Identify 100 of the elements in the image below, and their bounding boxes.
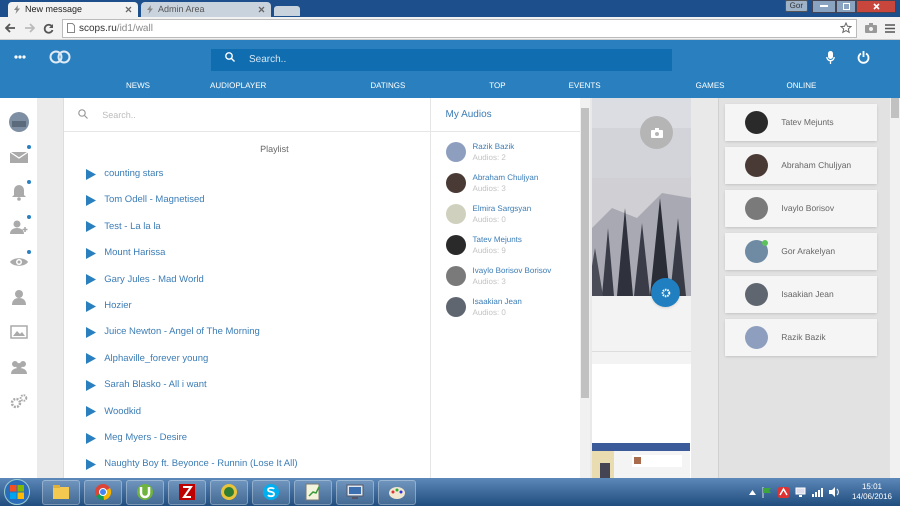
user-name[interactable]: Tatev Mejunts — [472, 234, 522, 245]
taskbar-button[interactable] — [294, 480, 332, 504]
settings-button[interactable] — [651, 278, 680, 307]
track-title[interactable]: Woodkid — [104, 404, 142, 419]
play-icon[interactable] — [86, 248, 96, 259]
close-icon — [872, 3, 880, 10]
play-icon[interactable] — [86, 380, 96, 391]
close-icon[interactable] — [125, 6, 132, 13]
track-title[interactable]: Gary Jules - Mad World — [104, 272, 204, 287]
close-button[interactable] — [856, 0, 896, 13]
taskbar-button[interactable] — [210, 480, 248, 504]
track-title[interactable]: counting stars — [104, 167, 164, 182]
track-title[interactable]: Juice Newton - Angel of The Morning — [104, 325, 260, 340]
search-field[interactable]: Search.. — [211, 48, 672, 70]
track-title[interactable]: Sarah Blasko - All i want — [104, 378, 207, 392]
power-icon[interactable] — [857, 50, 870, 64]
nav-link[interactable]: DATINGS — [370, 80, 406, 92]
audio-count: Audios: 0 — [472, 214, 507, 225]
maximize-button[interactable] — [836, 0, 856, 13]
play-icon[interactable] — [86, 353, 96, 364]
user-name[interactable]: Elmira Sargsyan — [472, 203, 532, 214]
friend-name: Gor Arakelyan — [781, 245, 836, 258]
logo-icon[interactable] — [49, 49, 71, 65]
play-icon[interactable] — [86, 221, 96, 232]
browser-tab[interactable]: Admin Area — [141, 2, 271, 17]
menu-icon[interactable] — [885, 24, 895, 32]
track-title[interactable]: Meg Myers - Desire — [104, 430, 188, 446]
back-icon[interactable] — [5, 23, 16, 33]
windows-logo-icon — [10, 485, 24, 499]
star-icon[interactable] — [840, 22, 852, 34]
friend-card[interactable]: Isaakian Jean — [725, 276, 878, 313]
track-title[interactable]: Test - La la la — [104, 220, 161, 234]
browser-tab[interactable]: New message — [8, 2, 138, 17]
play-icon[interactable] — [86, 300, 96, 312]
taskbar-button[interactable] — [84, 480, 122, 504]
friend-name: Isaakian Jean — [781, 288, 834, 301]
friend-card[interactable]: Tatev Mejunts — [725, 104, 878, 141]
reload-icon[interactable] — [43, 22, 54, 34]
nav-link[interactable]: GAMES — [696, 80, 725, 92]
search-icon — [78, 109, 88, 119]
avatar[interactable] — [446, 173, 466, 193]
scrollbar[interactable] — [890, 98, 900, 478]
settings-icon — [660, 288, 671, 298]
scrollbar[interactable] — [580, 98, 590, 478]
play-icon[interactable] — [86, 458, 96, 470]
friend-card[interactable]: Abraham Chuljyan — [725, 147, 878, 184]
volume-icon[interactable] — [828, 487, 840, 497]
torrent-icon — [135, 482, 155, 502]
user-name[interactable]: Razik Bazik — [472, 141, 514, 152]
nav-link[interactable]: ONLINE — [786, 80, 816, 92]
track-title[interactable]: Naughty Boy ft. Beyonce - Runnin (Lose It All) — [104, 457, 298, 472]
track-title[interactable]: Alphaville_forever young — [104, 352, 208, 366]
track-title[interactable]: Mount Harissa — [104, 246, 166, 260]
user-name[interactable]: Ivaylo Borisov Borisov — [472, 265, 552, 276]
user-name[interactable]: Abraham Chuljyan — [472, 172, 538, 183]
nav-link[interactable]: TOP — [489, 80, 506, 92]
track-title[interactable]: Hozier — [104, 299, 132, 314]
taskbar-button[interactable] — [252, 480, 290, 504]
playlist-search-field[interactable]: Search.. — [64, 98, 430, 131]
play-icon[interactable] — [86, 274, 96, 286]
bolt-icon — [14, 5, 20, 14]
minimize-button[interactable] — [812, 0, 836, 13]
clock[interactable]: 15:01 14/06/2016 — [852, 482, 892, 502]
play-icon[interactable] — [86, 195, 96, 206]
taskbar-button[interactable] — [168, 480, 206, 504]
flag-icon[interactable] — [762, 486, 772, 498]
track-title[interactable]: Tom Odell - Magnetised — [104, 193, 205, 208]
chrome-icon — [93, 482, 113, 502]
clock-time: 15:01 — [862, 482, 882, 492]
play-icon[interactable] — [86, 327, 96, 338]
microphone-icon[interactable] — [826, 50, 835, 64]
friend-card[interactable]: Ivaylo Borisov — [725, 190, 878, 227]
start-button[interactable] — [4, 479, 30, 505]
friend-name: Razik Bazik — [781, 331, 826, 344]
friend-card[interactable]: Gor Arakelyan — [725, 233, 878, 270]
avatar-icon[interactable] — [8, 112, 29, 132]
skype-icon — [261, 482, 281, 502]
nav-link[interactable]: EVENTS — [568, 80, 601, 92]
friend-card[interactable]: Razik Bazik — [725, 319, 878, 356]
friend-name: Tatev Mejunts — [781, 116, 834, 129]
caret-icon[interactable] — [748, 490, 756, 494]
play-icon[interactable] — [86, 406, 96, 418]
user-name[interactable]: Isaakian Jean — [472, 296, 522, 307]
restore-icon — [842, 3, 850, 10]
nav-link[interactable]: AUDIOPLAYER — [210, 80, 266, 92]
camera-icon[interactable] — [865, 23, 877, 33]
taskbar-button[interactable] — [336, 480, 374, 504]
play-icon[interactable] — [86, 168, 96, 180]
monitor-icon — [345, 482, 365, 502]
more-icon[interactable] — [14, 55, 26, 59]
taskbar-button[interactable] — [378, 480, 416, 504]
address-field[interactable]: scops.ru/id1/wall — [62, 18, 857, 38]
taskbar-button[interactable] — [126, 480, 164, 504]
avatar[interactable] — [446, 235, 466, 255]
profile-button[interactable]: Gor — [784, 0, 808, 12]
signal-icon[interactable] — [812, 488, 823, 496]
play-icon[interactable] — [86, 432, 96, 444]
nav-link[interactable]: NEWS — [126, 80, 150, 92]
taskbar-button[interactable] — [42, 480, 80, 504]
close-icon[interactable] — [258, 6, 265, 13]
